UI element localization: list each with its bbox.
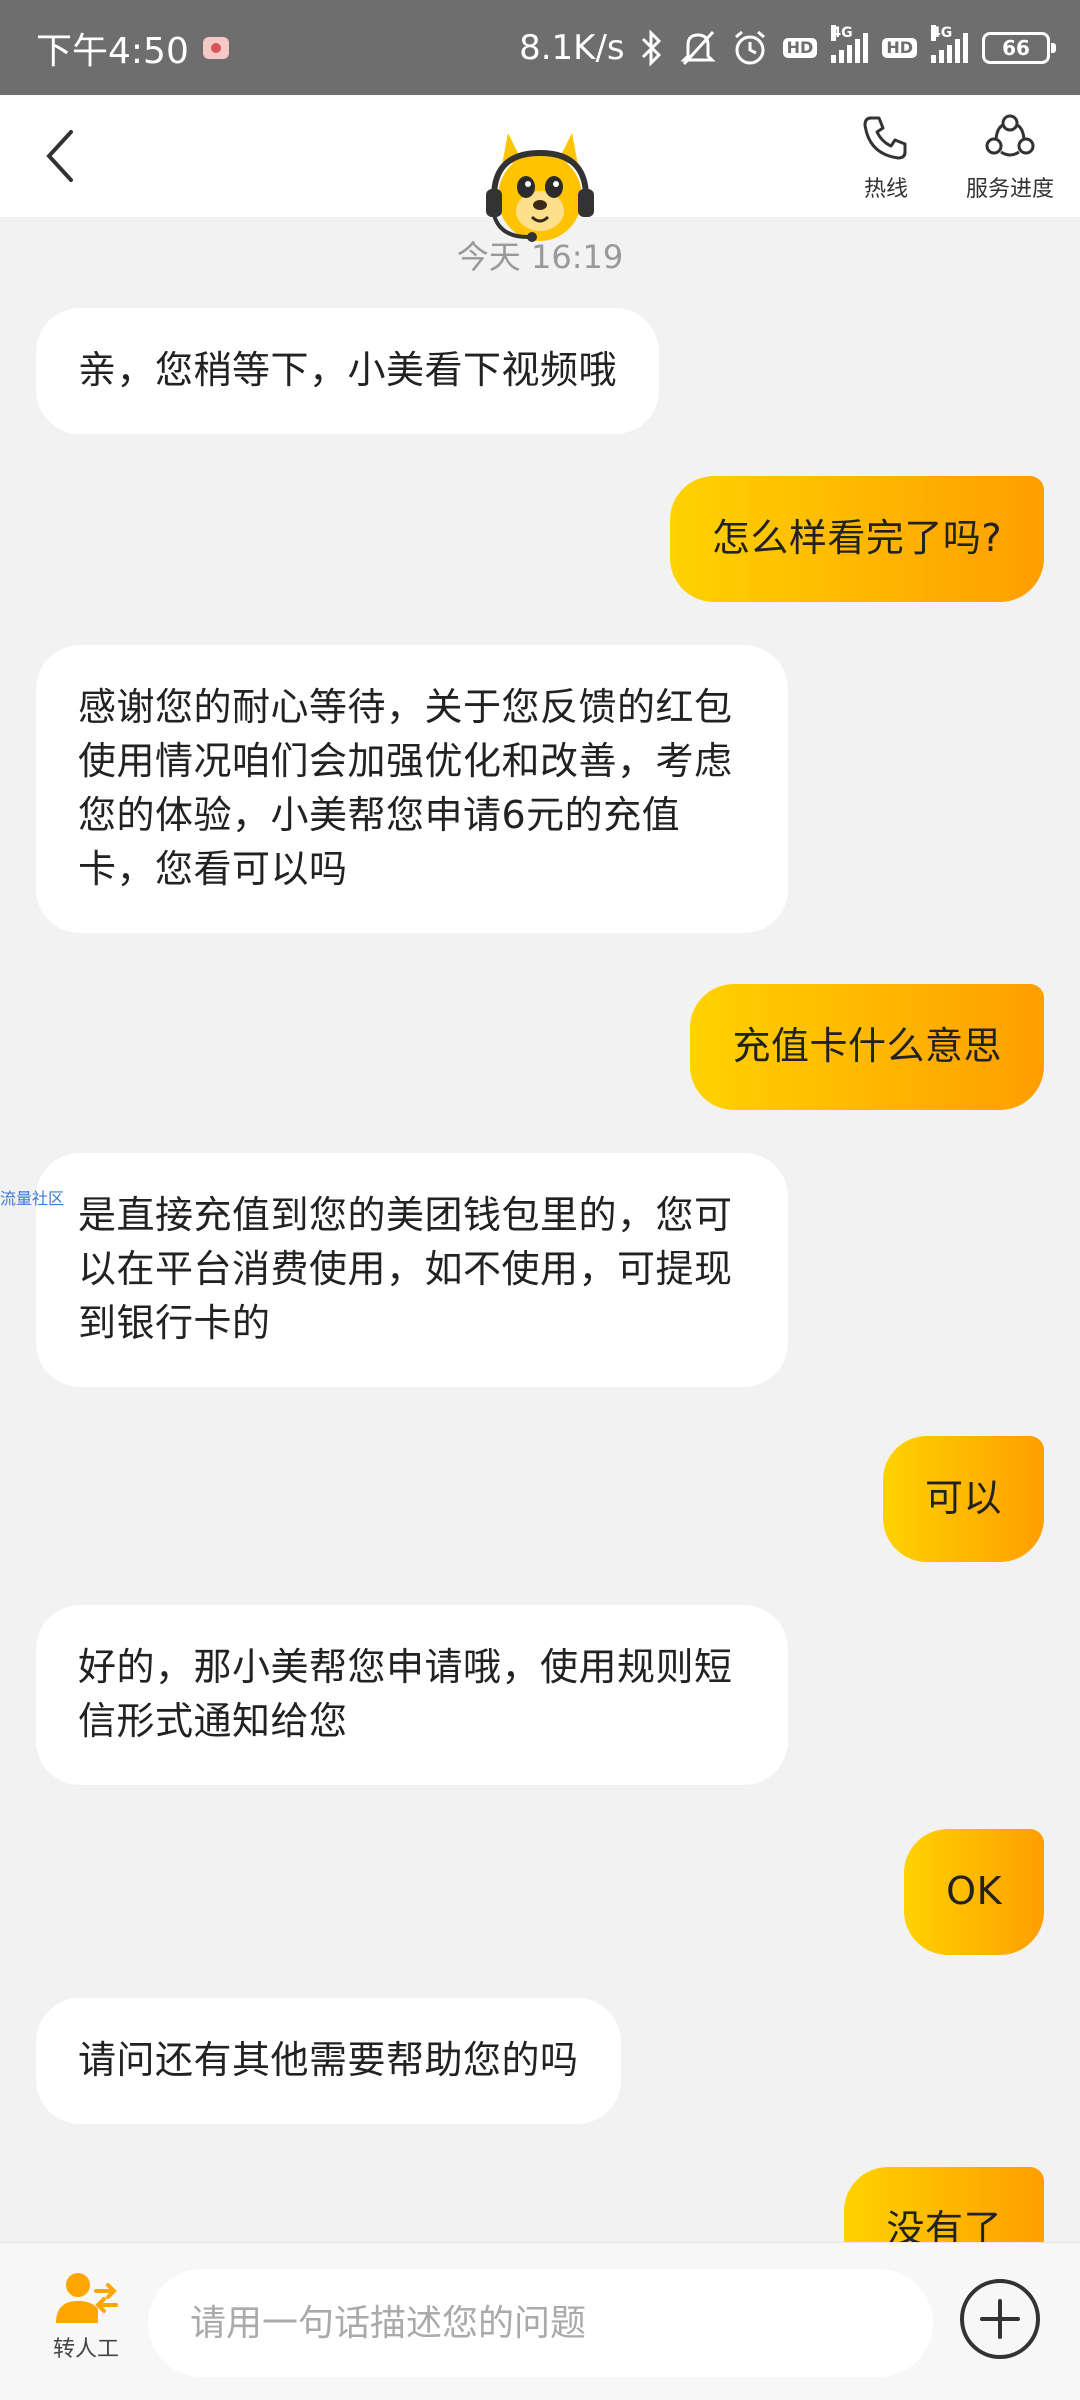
service-progress-label: 服务进度	[966, 177, 1055, 202]
input-bar: 转人工	[0, 2242, 1080, 2400]
network-speed: 8.1K/s	[519, 27, 625, 68]
hd-badge-1: HD	[782, 37, 818, 58]
watermark-text: 流量社区	[0, 1189, 65, 1208]
message-incoming[interactable]: 请问还有其他需要帮助您的吗	[36, 1998, 621, 2124]
signal-sim2-icon: 4G	[931, 24, 968, 63]
message-outgoing[interactable]: 怎么样看完了吗?	[669, 476, 1044, 602]
mute-icon	[679, 28, 717, 68]
message-outgoing[interactable]: 充值卡什么意思	[690, 984, 1044, 1110]
alarm-icon	[731, 28, 769, 68]
service-progress-button[interactable]: 服务进度	[966, 107, 1054, 203]
hotline-label: 热线	[863, 177, 908, 202]
message-incoming[interactable]: 感谢您的耐心等待，关于您反馈的红包使用情况咱们会加强优化和改善，考虑您的体验，小…	[36, 645, 788, 933]
message-outgoing[interactable]: 可以	[882, 1436, 1044, 1562]
more-options-button[interactable]	[960, 2279, 1040, 2359]
battery-level: 66	[1002, 35, 1030, 60]
status-right: 8.1K/s HD 4G HD 4G 66	[519, 24, 1056, 68]
chat-area[interactable]: 今天 16:19 亲，您稍等下，小美看下视频哦 怎么样看完了吗? 感谢您的耐心等…	[0, 217, 1080, 2242]
back-arrow-icon	[46, 130, 73, 182]
message-incoming[interactable]: 亲，您稍等下，小美看下视频哦	[36, 308, 660, 434]
transfer-agent-button[interactable]: 转人工	[40, 2269, 132, 2363]
status-time: 下午4:50	[36, 30, 189, 72]
hd-badge-2: HD	[882, 37, 917, 58]
phone-icon	[856, 107, 916, 167]
message-outgoing[interactable]: OK	[904, 1829, 1044, 1955]
signal-sim1-icon: 4G	[831, 24, 869, 63]
status-bar: 下午4:50 8.1K/s HD 4G HD 4G 66	[0, 0, 1080, 95]
notification-app-icon	[202, 36, 229, 59]
transfer-agent-label: 转人工	[52, 2337, 119, 2362]
battery-icon: 66	[982, 31, 1056, 64]
chat-header: 热线 服务进度	[0, 95, 1080, 242]
sim1-type: 4G	[831, 24, 853, 41]
transfer-agent-icon	[56, 2273, 118, 2323]
status-left: 下午4:50	[36, 22, 229, 74]
message-input[interactable]	[148, 2269, 933, 2377]
sim2-type: 4G	[931, 24, 953, 41]
service-progress-icon	[980, 107, 1040, 167]
message-incoming[interactable]: 是直接充值到您的美团钱包里的，您可以在平台消费使用，如不使用，可提现到银行卡的	[36, 1153, 788, 1387]
mascot-avatar	[480, 125, 600, 255]
bluetooth-icon	[639, 28, 665, 68]
back-button[interactable]	[30, 123, 90, 189]
plus-icon	[980, 2299, 1020, 2339]
hotline-button[interactable]: 热线	[856, 107, 916, 203]
message-incoming[interactable]: 好的，那小美帮您申请哦，使用规则短信形式通知给您	[36, 1605, 788, 1785]
message-outgoing[interactable]: 没有了	[844, 2167, 1044, 2242]
